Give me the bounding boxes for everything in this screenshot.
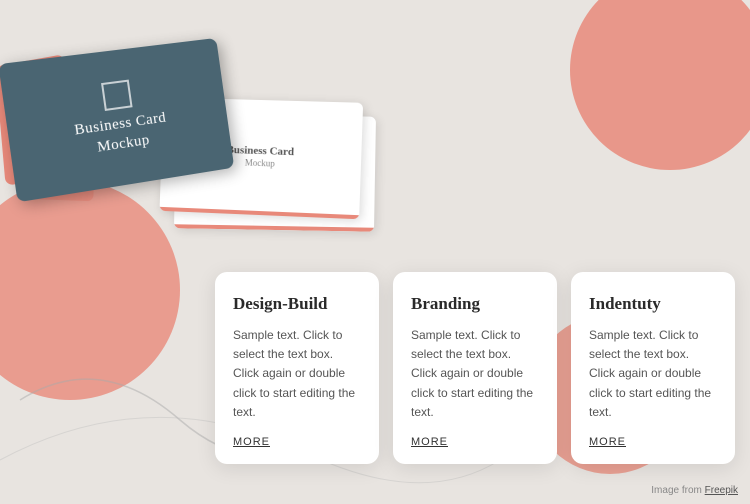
feature-card-1-more[interactable]: MORE: [411, 436, 539, 448]
feature-card-2: Indentuty Sample text. Click to select t…: [571, 272, 735, 464]
feature-card-1-body: Sample text. Click to select the text bo…: [411, 326, 539, 422]
card-logo-box: [101, 80, 133, 111]
feature-card-2-title: Indentuty: [589, 294, 717, 314]
feature-card-2-body: Sample text. Click to select the text bo…: [589, 326, 717, 422]
feature-cards-container: Design-Build Sample text. Click to selec…: [215, 272, 735, 464]
card-white-back-subtitle: Mockup: [226, 156, 294, 171]
business-card-dark-content: Business Card Mockup: [68, 75, 170, 160]
feature-card-0-title: Design-Build: [233, 294, 361, 314]
feature-card-0-more[interactable]: MORE: [233, 436, 361, 448]
feature-card-1: Branding Sample text. Click to select th…: [393, 272, 557, 464]
credit-link[interactable]: Freepik: [705, 485, 738, 496]
feature-card-2-more[interactable]: MORE: [589, 436, 717, 448]
feature-card-0-body: Sample text. Click to select the text bo…: [233, 326, 361, 422]
feature-card-1-title: Branding: [411, 294, 539, 314]
image-credit: Image from Freepik: [651, 485, 738, 496]
feature-card-0: Design-Build Sample text. Click to selec…: [215, 272, 379, 464]
card-accent-line-front: [174, 224, 374, 231]
card-white-back-content: Business Card Mockup: [226, 144, 294, 171]
card-dark-title: Business Card Mockup: [73, 109, 170, 161]
